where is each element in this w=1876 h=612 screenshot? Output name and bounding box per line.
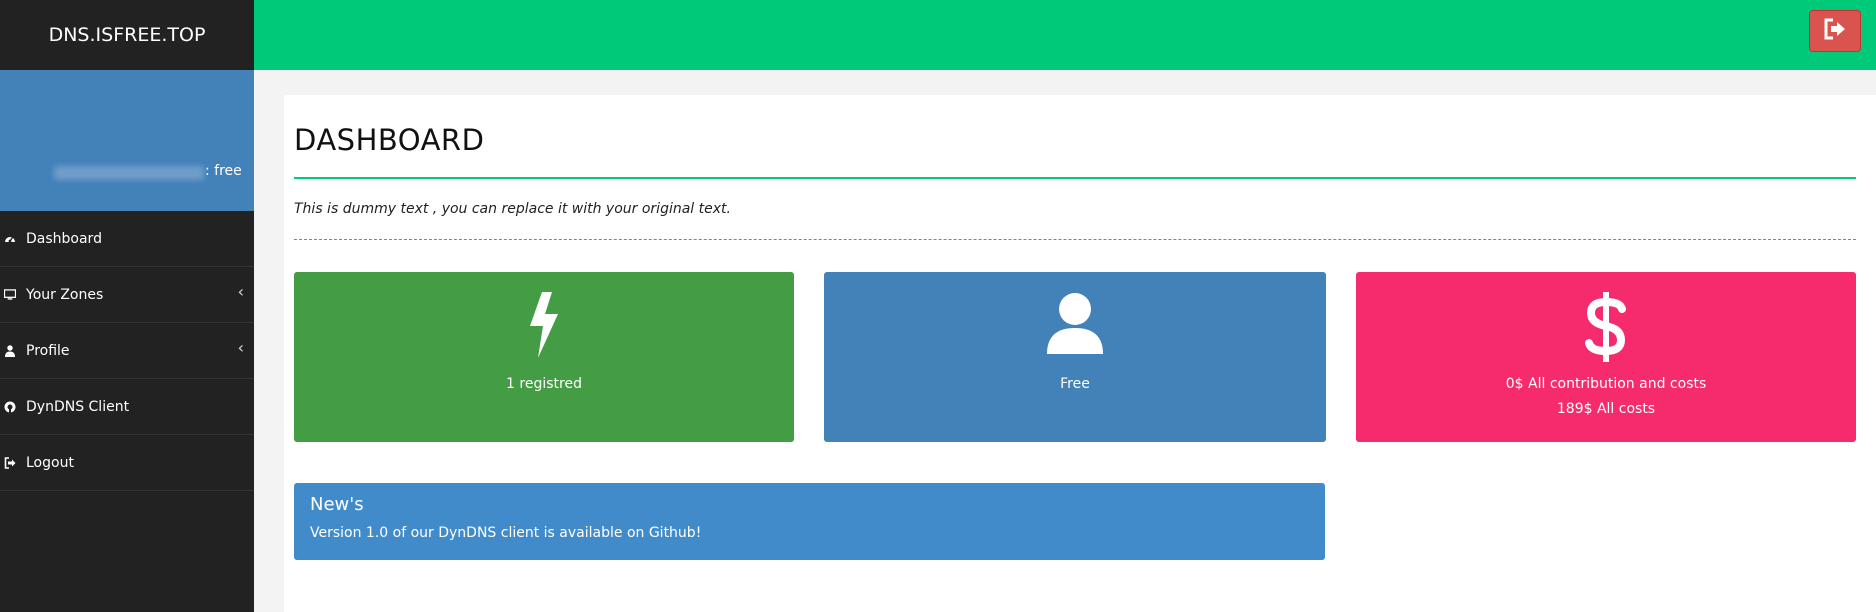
brand-text: DNS.ISFREE.TOP (48, 24, 206, 46)
sidebar-item-dyndns-client[interactable]: DynDNS Client (0, 379, 254, 435)
sidebar-item-label: Your Zones (26, 286, 104, 303)
sign-out-icon (1823, 18, 1847, 44)
bolt-icon (294, 292, 794, 358)
sign-out-icon (4, 456, 16, 469)
stat-box-costs: 0$ All contribution and costs 189$ All c… (1356, 272, 1856, 442)
news-title: New's (310, 494, 364, 515)
sidebar-item-your-zones[interactable]: Your Zones ‹ (0, 267, 254, 323)
news-panel: New's Version 1.0 of our DynDNS client i… (294, 483, 1325, 560)
news-body: Version 1.0 of our DynDNS client is avai… (310, 525, 702, 541)
sidebar: DNS.ISFREE.TOP : free Dashboard Your Zon… (0, 0, 254, 612)
page-description: This is dummy text , you can replace it … (294, 201, 731, 217)
stat-label: 0$ All contribution and costs (1505, 376, 1707, 392)
stat-sublabel: 189$ All costs (1556, 401, 1656, 417)
user-panel: : free (0, 70, 254, 211)
blurred-username (54, 166, 204, 180)
title-divider (294, 177, 1856, 179)
sidebar-item-label: Logout (26, 454, 74, 471)
stat-box-plan: Free (824, 272, 1326, 442)
sidebar-item-logout[interactable]: Logout (0, 435, 254, 491)
github-icon (4, 401, 16, 413)
chevron-left-icon: ‹ (237, 282, 244, 301)
stat-label: Free (1060, 376, 1090, 392)
sidebar-item-label: Dashboard (26, 230, 102, 247)
main-content: DASHBOARD This is dummy text , you can r… (284, 95, 1876, 612)
sidebar-item-profile[interactable]: Profile ‹ (0, 323, 254, 379)
desktop-icon (4, 288, 16, 301)
top-bar (254, 0, 1876, 70)
logout-button[interactable] (1809, 10, 1861, 52)
page-title: DASHBOARD (294, 123, 485, 157)
dollar-icon (1356, 292, 1856, 362)
dashboard-icon (4, 233, 16, 245)
user-plan-label: : free (205, 163, 242, 179)
user-icon (4, 344, 16, 357)
user-icon (824, 292, 1326, 354)
dashed-divider (294, 239, 1856, 240)
sidebar-item-label: Profile (26, 342, 70, 359)
brand-logo[interactable]: DNS.ISFREE.TOP (0, 0, 254, 70)
stat-box-registered: 1 registred (294, 272, 794, 442)
sidebar-item-label: DynDNS Client (26, 398, 130, 415)
sidebar-item-dashboard[interactable]: Dashboard (0, 211, 254, 267)
chevron-left-icon: ‹ (237, 338, 244, 357)
stat-label: 1 registred (506, 376, 582, 392)
